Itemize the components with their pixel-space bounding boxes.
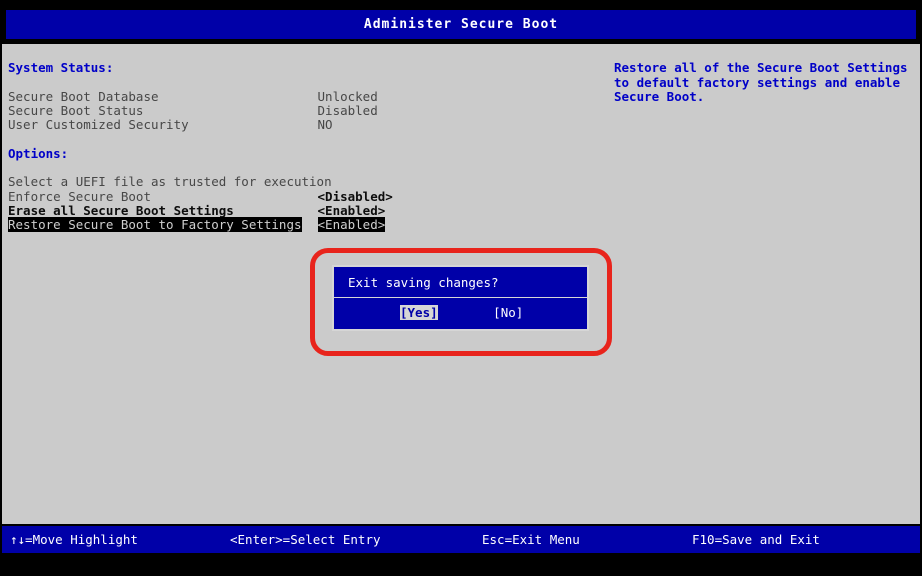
spacer bbox=[2, 132, 602, 146]
status-value: Unlocked bbox=[318, 90, 378, 104]
option-select-uefi-file[interactable]: Select a UEFI file as trusted for execut… bbox=[2, 175, 602, 189]
dialog-buttons: [Yes] [No] bbox=[334, 298, 587, 320]
settings-column: System Status: Secure Boot Database Unlo… bbox=[2, 61, 602, 233]
footer-bar: ↑↓=Move Highlight <Enter>=Select Entry E… bbox=[2, 526, 920, 553]
option-value: <Disabled> bbox=[318, 190, 393, 204]
spacer bbox=[2, 161, 602, 175]
help-line: Secure Boot. bbox=[614, 90, 916, 105]
hint-exit-menu: Esc=Exit Menu bbox=[482, 526, 580, 553]
status-label: Secure Boot Database bbox=[8, 90, 310, 104]
help-line: Restore all of the Secure Boot Settings bbox=[614, 61, 916, 76]
help-panel: Restore all of the Secure Boot Settings … bbox=[614, 61, 916, 105]
option-label: Select a UEFI file as trusted for execut… bbox=[8, 175, 310, 189]
option-value: <Enabled> bbox=[318, 218, 386, 232]
spacer bbox=[2, 75, 602, 89]
status-row-customized-security: User Customized Security NO bbox=[2, 118, 602, 132]
status-label: Secure Boot Status bbox=[8, 104, 310, 118]
exit-dialog: Exit saving changes? [Yes] [No] bbox=[332, 265, 589, 331]
help-line: to default factory settings and enable bbox=[614, 76, 916, 91]
option-label: Erase all Secure Boot Settings bbox=[8, 204, 310, 218]
page-title: Administer Secure Boot bbox=[6, 10, 916, 39]
hint-move-highlight: ↑↓=Move Highlight bbox=[10, 526, 138, 553]
status-label: User Customized Security bbox=[8, 118, 310, 132]
option-enforce-secure-boot[interactable]: Enforce Secure Boot <Disabled> bbox=[2, 190, 602, 204]
no-button[interactable]: [No] bbox=[493, 305, 523, 320]
hint-save-and-exit: F10=Save and Exit bbox=[692, 526, 820, 553]
bios-screen: Administer Secure Boot System Status: Se… bbox=[0, 0, 922, 576]
status-value: Disabled bbox=[318, 104, 378, 118]
main-area: System Status: Secure Boot Database Unlo… bbox=[2, 44, 920, 524]
status-row-boot-status: Secure Boot Status Disabled bbox=[2, 104, 602, 118]
system-status-heading: System Status: bbox=[2, 61, 602, 75]
dialog-prompt: Exit saving changes? bbox=[334, 267, 587, 297]
options-heading: Options: bbox=[2, 147, 602, 161]
option-label: Restore Secure Boot to Factory Settings bbox=[8, 218, 310, 232]
option-value: <Enabled> bbox=[318, 204, 386, 218]
status-value: NO bbox=[318, 118, 333, 132]
option-erase-secure-boot-settings[interactable]: Erase all Secure Boot Settings <Enabled> bbox=[2, 204, 602, 218]
highlighted-value: <Enabled> bbox=[318, 217, 386, 232]
option-label: Enforce Secure Boot bbox=[8, 190, 310, 204]
highlighted-label: Restore Secure Boot to Factory Settings bbox=[8, 217, 302, 232]
yes-button[interactable]: [Yes] bbox=[400, 305, 438, 320]
option-restore-factory-settings-selected[interactable]: Restore Secure Boot to Factory Settings … bbox=[2, 218, 602, 232]
status-row-database: Secure Boot Database Unlocked bbox=[2, 90, 602, 104]
hint-select-entry: <Enter>=Select Entry bbox=[230, 526, 381, 553]
